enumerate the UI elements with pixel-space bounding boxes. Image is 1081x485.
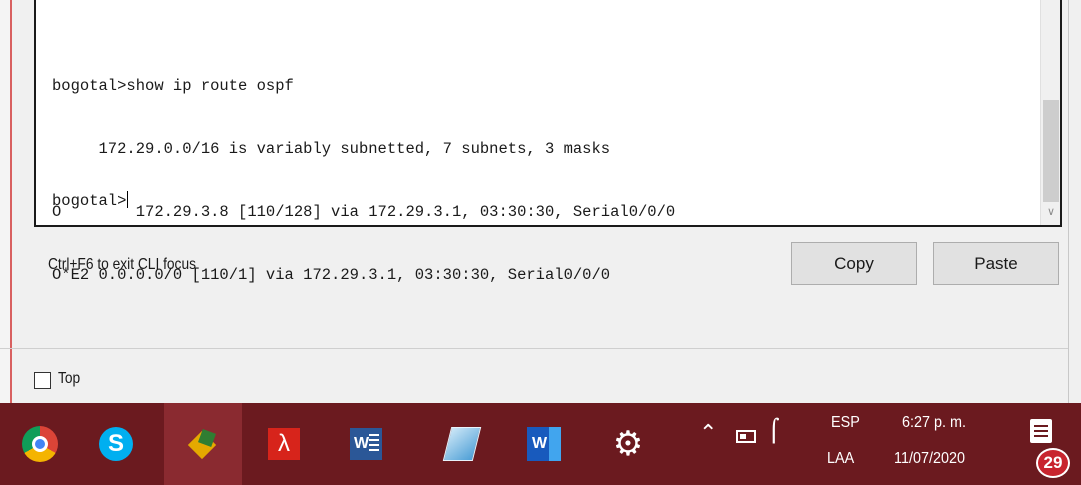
notes-icon	[442, 427, 482, 461]
text-caret	[127, 191, 129, 208]
language-indicator[interactable]: ESP	[831, 414, 860, 432]
terminal-line: 172.29.0.0/16 is variably subnetted, 7 s…	[52, 140, 611, 158]
terminal-prompt-line[interactable]: bogotal>	[52, 191, 129, 212]
skype-icon: S	[99, 427, 133, 461]
terminal-line: bogotal>show ip route ospf	[52, 77, 294, 95]
cli-terminal[interactable]: bogotal>show ip route ospf 172.29.0.0/16…	[34, 0, 1062, 284]
paste-button[interactable]: Paste	[933, 242, 1059, 285]
top-checkbox-label: Top	[58, 370, 81, 387]
wifi-icon[interactable]: ⌠	[768, 419, 779, 444]
terminal-line: O 172.29.3.8 [110/128] via 172.29.3.1, 0…	[52, 203, 676, 221]
packet-tracer-icon	[187, 429, 218, 460]
divider	[0, 348, 1081, 349]
clock-time[interactable]: 6:27 p. m.	[902, 414, 966, 432]
scroll-down-arrow-icon[interactable]: ∨	[1041, 205, 1061, 219]
terminal-prompt: bogotal>	[52, 192, 127, 210]
clock-date[interactable]: 11/07/2020	[894, 450, 965, 468]
battery-icon[interactable]	[736, 430, 756, 443]
window-left-edge	[0, 0, 12, 403]
terminal-scrollbar[interactable]: ∨	[1040, 0, 1060, 225]
notification-count-badge: 29	[1036, 448, 1070, 478]
copy-button[interactable]: Copy	[791, 242, 917, 285]
taskbar-app-word[interactable]: W	[334, 403, 398, 485]
packet-tracer-cli-window: bogotal>show ip route ospf 172.29.0.0/16…	[0, 0, 1081, 403]
terminal-output: bogotal>show ip route ospf 172.29.0.0/16…	[52, 34, 1032, 391]
show-hidden-icons-chevron-icon[interactable]: ⌃	[699, 421, 717, 446]
taskbar-app-settings[interactable]: ⚙	[598, 403, 658, 485]
word-icon: W	[350, 428, 382, 460]
window-right-edge	[1068, 0, 1081, 403]
cli-focus-hint: Ctrl+F6 to exit CLI focus	[48, 256, 196, 273]
taskbar-app-packet-tracer[interactable]	[164, 403, 242, 485]
taskbar-app-word-2019[interactable]: W	[512, 403, 576, 485]
action-center-icon[interactable]	[1030, 419, 1056, 449]
taskbar-app-chrome[interactable]	[8, 403, 72, 485]
taskbar-app-notes[interactable]	[430, 403, 494, 485]
taskbar-app-skype[interactable]: S	[84, 403, 148, 485]
acrobat-icon: λ	[268, 428, 300, 460]
top-checkbox[interactable]	[34, 372, 51, 389]
keyboard-layout-indicator[interactable]: LAA	[827, 450, 854, 468]
taskbar-app-acrobat[interactable]: λ	[252, 403, 316, 485]
word-2019-icon: W	[527, 427, 561, 461]
settings-icon: ⚙	[612, 424, 644, 464]
scrollbar-thumb[interactable]	[1043, 100, 1059, 202]
chrome-icon	[22, 426, 58, 462]
